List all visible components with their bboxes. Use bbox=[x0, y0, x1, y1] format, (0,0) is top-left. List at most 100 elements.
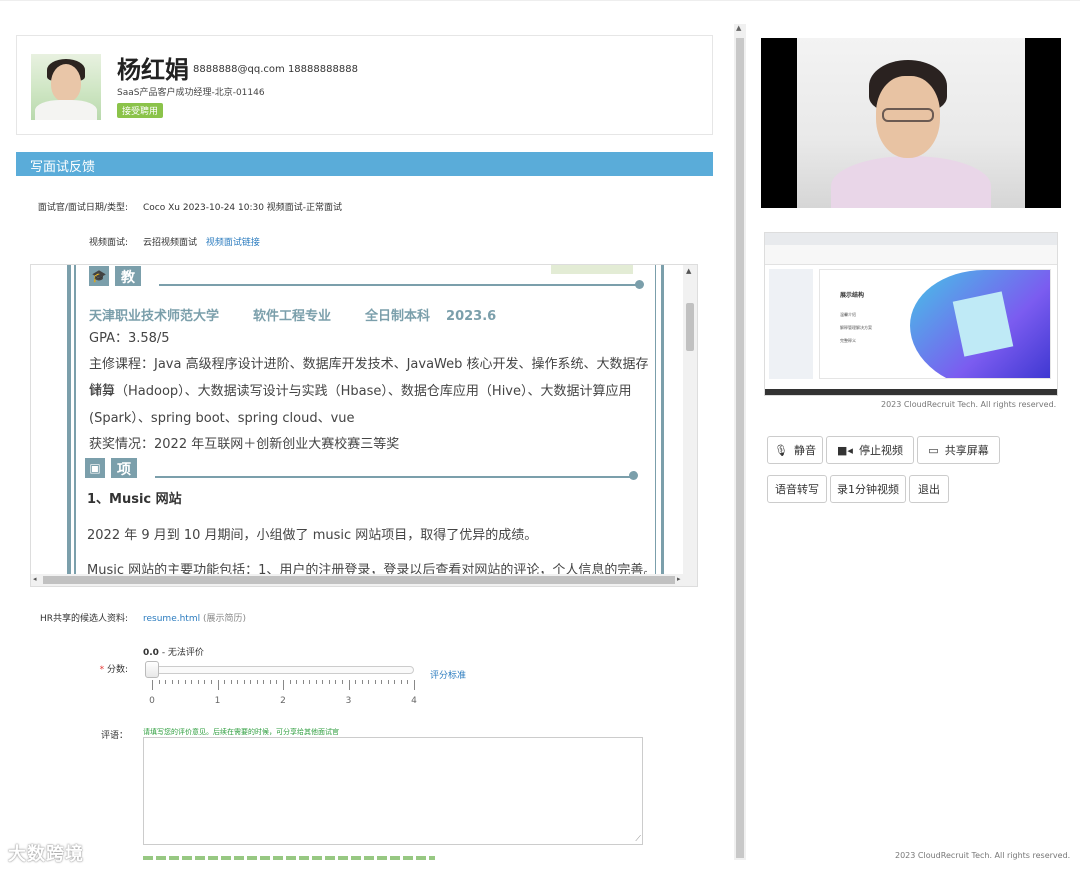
score-tick bbox=[328, 680, 330, 684]
resume-preview[interactable]: 🎓 教育背景 天津职业技术师范大学 软件工程专业 全日制本科 2023.6 GPA：3… bbox=[30, 264, 698, 587]
score-tick bbox=[152, 680, 153, 690]
resize-handle-icon[interactable]: ⟋ bbox=[635, 834, 641, 844]
mute-button[interactable]: 🎙 静音 bbox=[767, 436, 823, 464]
score-tick bbox=[191, 680, 193, 684]
score-tick bbox=[374, 680, 376, 684]
gpa-text: GPA：3.58/5 bbox=[89, 331, 170, 346]
page-scrollbar[interactable]: ▲ bbox=[734, 24, 746, 860]
candidate-contact: 8888888@qq.com 18888888888 bbox=[193, 64, 358, 75]
score-tick-label: 0 bbox=[149, 696, 155, 706]
score-tick bbox=[289, 680, 291, 684]
score-slider-track[interactable] bbox=[152, 666, 414, 674]
briefcase-icon: ▣ bbox=[85, 458, 105, 478]
interview-info-label: 面试官/面试日期/类型: bbox=[37, 203, 128, 213]
score-tick-label: 3 bbox=[345, 696, 352, 706]
score-tick bbox=[256, 680, 258, 684]
decorative-image bbox=[551, 265, 633, 274]
courses-line: (Spark）、spring boot、spring cloud、vue bbox=[89, 411, 355, 426]
shared-screen-copyright: 2023 CloudRecruit Tech. All rights reser… bbox=[881, 400, 1057, 409]
comment-label: 评语： bbox=[100, 731, 128, 741]
video-camera-icon: ■◂ bbox=[837, 443, 853, 457]
transcribe-button[interactable]: 语音转写 bbox=[767, 475, 827, 503]
score-tick bbox=[204, 680, 206, 684]
score-tick bbox=[269, 680, 271, 684]
shared-screen: 展示结构 温馨介绍 解释管理解决方案 完整释义 bbox=[764, 232, 1058, 396]
resume-file-link[interactable]: resume.html bbox=[143, 614, 200, 624]
score-tick bbox=[400, 680, 402, 684]
share-screen-button[interactable]: ▭ 共享屏幕 bbox=[917, 436, 1000, 464]
score-tick bbox=[283, 680, 284, 690]
score-tick bbox=[237, 680, 239, 684]
preview-vertical-scrollbar[interactable]: ▲ bbox=[683, 265, 697, 575]
score-tick bbox=[178, 680, 180, 684]
score-tick bbox=[184, 680, 186, 684]
hr-shared-label: HR共享的候选人资料: bbox=[39, 614, 128, 624]
score-tick bbox=[210, 680, 212, 684]
courses-line: 计算（Hadoop）、大数据读写设计与实践（Hbase）、数据仓库应用（Hive… bbox=[89, 384, 632, 399]
score-tick bbox=[243, 680, 245, 684]
score-standard-link[interactable]: 评分标准 bbox=[430, 668, 466, 681]
score-tick-label: 1 bbox=[214, 696, 221, 706]
project-line: 2022 年 9 月到 10 月期间，小组做了 music 网站项目，取得了优异… bbox=[87, 528, 538, 543]
exit-button[interactable]: 退出 bbox=[909, 475, 949, 503]
microphone-icon: 🎙 bbox=[774, 443, 788, 457]
comment-textarea[interactable]: ⟋ bbox=[143, 737, 643, 845]
score-tick bbox=[230, 680, 232, 684]
video-interview-value: 云招视频面试 视频面试链接 bbox=[143, 238, 260, 248]
score-tick bbox=[263, 680, 265, 684]
score-tick bbox=[171, 680, 173, 684]
score-tick bbox=[296, 680, 298, 684]
score-tick bbox=[361, 680, 363, 684]
score-tick bbox=[407, 680, 409, 684]
candidate-position: SaaS产品客户成功经理-北京-01146 bbox=[117, 88, 265, 98]
score-tick bbox=[309, 680, 311, 684]
score-tick bbox=[394, 680, 396, 684]
candidate-name: 杨红娟 bbox=[117, 56, 189, 84]
score-tick bbox=[158, 680, 160, 684]
monitor-icon: ▭ bbox=[928, 443, 939, 457]
score-tick bbox=[197, 680, 199, 684]
candidate-card: 杨红娟 8888888@qq.com 18888888888 SaaS产品客户成… bbox=[16, 35, 713, 135]
score-tick bbox=[250, 680, 252, 684]
score-tick-label: 4 bbox=[411, 696, 417, 706]
score-tick bbox=[224, 680, 226, 684]
score-tick bbox=[315, 680, 317, 684]
score-tick bbox=[322, 680, 324, 684]
interview-info-value: Coco Xu 2023-10-24 10:30 视频面试-正常面试 bbox=[143, 203, 343, 213]
slide-thumbnails bbox=[769, 269, 813, 379]
score-tick bbox=[348, 680, 350, 690]
score-readout: 0.0 - 无法评价 bbox=[143, 648, 204, 658]
status-badge: 接受聘用 bbox=[117, 103, 164, 118]
slide-preview: 展示结构 温馨介绍 解释管理解决方案 完整释义 bbox=[819, 269, 1051, 379]
preview-horizontal-scrollbar[interactable]: ◂ ▸ bbox=[31, 574, 697, 586]
stop-video-button[interactable]: ■◂ 停止视频 bbox=[826, 436, 914, 464]
record-video-button[interactable]: 录1分钟视频 bbox=[830, 475, 906, 503]
score-scale bbox=[152, 680, 415, 692]
score-tick-label: 2 bbox=[280, 696, 286, 706]
education-summary: 天津职业技术师范大学 软件工程专业 全日制本科 2023.6 bbox=[89, 309, 497, 324]
score-tick bbox=[276, 680, 278, 684]
comment-hint: 请填写您的评价意见。后续在需要的时候，可分享给其他面试官 bbox=[143, 728, 339, 736]
score-slider-handle[interactable] bbox=[145, 661, 159, 678]
score-label: * 分数: bbox=[99, 665, 128, 675]
score-tick bbox=[414, 680, 415, 690]
score-tick bbox=[355, 680, 357, 684]
video-interview-link[interactable]: 视频面试链接 bbox=[206, 238, 260, 248]
candidate-photo bbox=[31, 54, 101, 120]
score-tick bbox=[302, 680, 304, 684]
section-title-bar: 写面试反馈 bbox=[16, 152, 713, 176]
score-tick bbox=[335, 680, 337, 684]
score-tick bbox=[165, 680, 167, 684]
feedback-panel: 杨红娟 8888888@qq.com 18888888888 SaaS产品客户成… bbox=[0, 0, 730, 876]
candidate-video bbox=[761, 38, 1061, 208]
score-tick bbox=[217, 680, 219, 690]
score-tick bbox=[341, 680, 343, 684]
score-tick bbox=[368, 680, 370, 684]
graduation-cap-icon: 🎓 bbox=[89, 266, 109, 286]
video-interview-label: 视频面试: bbox=[88, 238, 128, 248]
hr-shared-value: resume.html (展示简历) bbox=[143, 614, 247, 624]
score-tick bbox=[381, 680, 383, 684]
hint-overflow bbox=[143, 856, 435, 860]
project-title: 1、Music 网站 bbox=[87, 492, 182, 507]
watermark: 大数跨境 bbox=[8, 844, 84, 865]
